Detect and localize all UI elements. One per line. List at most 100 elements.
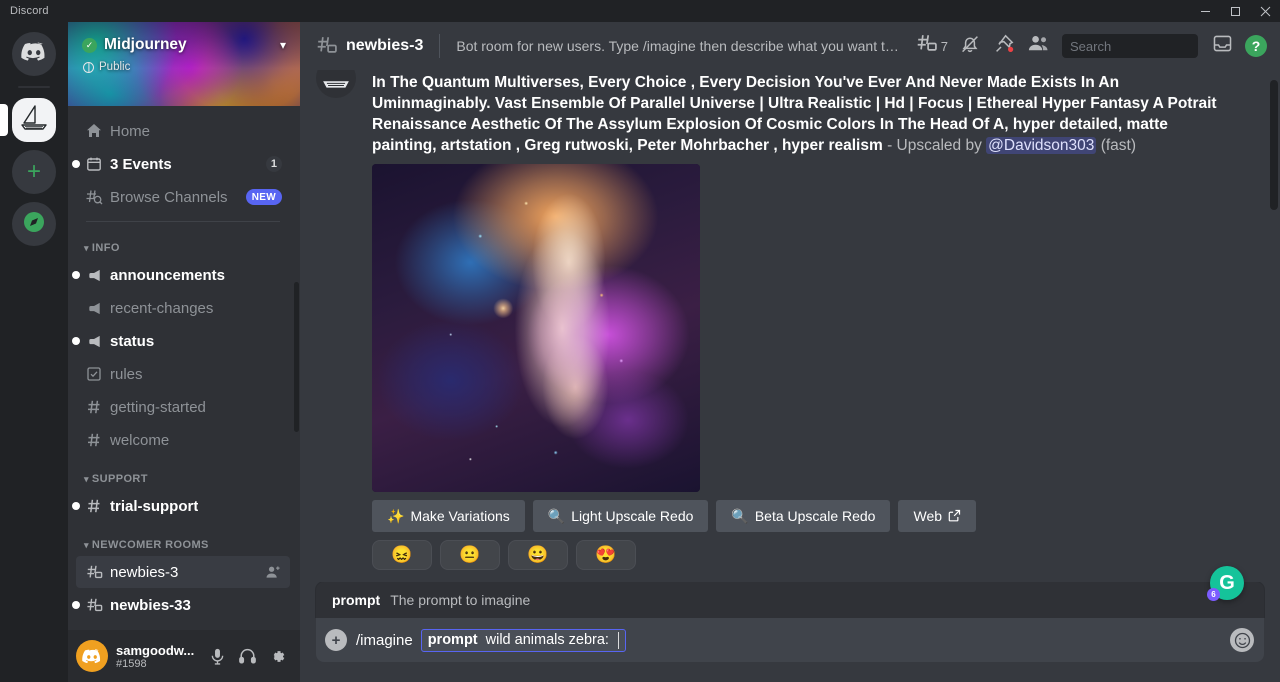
guild-midjourney-server[interactable] xyxy=(12,98,56,142)
channel-label: welcome xyxy=(110,432,169,449)
make-variations-button[interactable]: ✨ Make Variations xyxy=(372,500,525,532)
guild-rail: + xyxy=(0,22,68,682)
maximize-button[interactable] xyxy=(1220,0,1250,22)
calendar-icon xyxy=(84,154,104,174)
beta-upscale-redo-button[interactable]: 🔍 Beta Upscale Redo xyxy=(716,500,890,532)
grammarly-button[interactable]: G 6 xyxy=(1210,566,1244,600)
main-content: newbies-3 Bot room for new users. Type /… xyxy=(300,22,1280,682)
sidebar-item-browse-channels[interactable]: Browse Channels NEW xyxy=(76,181,290,213)
message-action-buttons: ✨ Make Variations 🔍 Light Upscale Redo 🔍… xyxy=(372,500,1232,532)
sidebar-item-recent-changes[interactable]: recent-changes xyxy=(76,292,290,324)
browse-channels-new-badge: NEW xyxy=(246,189,282,205)
message-scrollbar[interactable] xyxy=(1270,80,1278,210)
composer-input[interactable]: /imagine prompt wild animals zebra: xyxy=(356,629,1230,652)
verified-check-icon: ✓ xyxy=(82,38,97,53)
light-upscale-redo-button[interactable]: 🔍 Light Upscale Redo xyxy=(533,500,709,532)
command-option-name: prompt xyxy=(332,592,380,608)
message-upscaled-label: - Upscaled by xyxy=(887,137,982,154)
sidebar-item-label: Home xyxy=(110,123,150,140)
member-list-button[interactable] xyxy=(1022,30,1054,62)
option-key: prompt xyxy=(428,632,478,648)
server-privacy-label: Public xyxy=(99,61,130,73)
reaction-heart-eyes[interactable]: 😍 xyxy=(576,540,636,570)
text-caret xyxy=(618,632,619,649)
deafen-button[interactable] xyxy=(232,641,262,671)
guild-discord-home[interactable] xyxy=(12,32,56,76)
sidebar-item-trial-support[interactable]: trial-support xyxy=(76,490,290,522)
slash-command-label: /imagine xyxy=(356,632,413,649)
minimize-button[interactable] xyxy=(1190,0,1220,22)
unread-indicator xyxy=(72,160,80,168)
pinned-messages-button[interactable] xyxy=(988,30,1020,62)
thread-hash-icon xyxy=(84,595,104,615)
notification-settings-button[interactable] xyxy=(954,30,986,62)
channel-topic[interactable]: Bot room for new users. Type /imagine th… xyxy=(456,38,904,54)
sidebar-item-events[interactable]: 3 Events 1 xyxy=(76,148,290,180)
help-button[interactable]: ? xyxy=(1240,30,1272,62)
add-member-icon[interactable] xyxy=(265,564,282,581)
message-reactions: 😖 😐 😀 😍 xyxy=(372,540,1232,570)
command-option-description: The prompt to imagine xyxy=(390,592,530,608)
threads-button[interactable]: 7 xyxy=(912,30,952,62)
user-discriminator: #1598 xyxy=(116,658,202,670)
channel-label: announcements xyxy=(110,267,225,284)
announcement-icon xyxy=(84,331,104,351)
user-info[interactable]: samgoodw... #1598 xyxy=(116,643,202,670)
guild-add-server[interactable]: + xyxy=(12,150,56,194)
sidebar-item-announcements[interactable]: announcements xyxy=(76,259,290,291)
category-info[interactable]: ▾ INFO xyxy=(68,226,298,258)
midjourney-bot-avatar[interactable] xyxy=(316,70,356,98)
avatar[interactable] xyxy=(76,640,108,672)
sidebar-item-newbies-3[interactable]: newbies-3 xyxy=(76,556,290,588)
emoji-picker-button[interactable] xyxy=(1230,628,1254,652)
announcement-icon xyxy=(84,265,104,285)
message-composer[interactable]: + /imagine prompt wild animals zebra: xyxy=(316,618,1264,662)
reaction-grinning[interactable]: 😀 xyxy=(508,540,568,570)
server-header-banner[interactable]: ✓ Midjourney ▾ Public xyxy=(68,22,300,106)
close-button[interactable] xyxy=(1250,0,1280,22)
chevron-down-icon: ▾ xyxy=(84,243,89,254)
user-settings-button[interactable] xyxy=(262,641,292,671)
channel-list: Home 3 Events 1 Br xyxy=(68,106,300,630)
compass-icon xyxy=(22,210,46,239)
artwork-sparkle-layer xyxy=(372,164,700,492)
sidebar-item-home[interactable]: Home xyxy=(76,115,290,147)
message-speed-label: (fast) xyxy=(1101,137,1136,154)
reaction-confounded[interactable]: 😖 xyxy=(372,540,432,570)
globe-icon xyxy=(83,62,94,73)
inbox-button[interactable] xyxy=(1206,30,1238,62)
grammarly-badge: 6 xyxy=(1207,588,1220,601)
attach-button[interactable]: + xyxy=(316,618,356,662)
header-divider xyxy=(439,34,440,58)
web-button[interactable]: Web xyxy=(898,500,976,532)
search-box[interactable] xyxy=(1062,34,1198,58)
sidebar-item-status[interactable]: status xyxy=(76,325,290,357)
discord-logo-icon xyxy=(21,42,47,67)
command-option-chip[interactable]: prompt wild animals zebra: xyxy=(421,629,626,652)
plus-icon: + xyxy=(325,629,347,651)
inbox-icon xyxy=(1212,33,1233,59)
message-mention[interactable]: @Davidson303 xyxy=(986,137,1096,154)
category-newcomer-rooms[interactable]: ▾ NEWCOMER ROOMS xyxy=(68,523,298,555)
mute-button[interactable] xyxy=(202,641,232,671)
guild-explore-servers[interactable] xyxy=(12,202,56,246)
server-name: Midjourney xyxy=(104,36,187,54)
sidebar-item-welcome[interactable]: welcome xyxy=(76,424,290,456)
sidebar-item-getting-started[interactable]: getting-started xyxy=(76,391,290,423)
announcement-icon xyxy=(84,298,104,318)
button-label: Light Upscale Redo xyxy=(571,508,693,524)
help-icon: ? xyxy=(1245,35,1267,57)
sidebar-item-rules[interactable]: rules xyxy=(76,358,290,390)
pin-icon xyxy=(993,33,1015,60)
hash-icon xyxy=(84,397,104,417)
sidebar-scrollbar[interactable] xyxy=(294,282,299,432)
chevron-down-icon[interactable]: ▾ xyxy=(280,38,286,52)
reaction-neutral[interactable]: 😐 xyxy=(440,540,500,570)
guild-rail-divider xyxy=(18,86,50,88)
sidebar-item-newbies-33[interactable]: newbies-33 xyxy=(76,589,290,621)
category-support[interactable]: ▾ SUPPORT xyxy=(68,457,298,489)
channel-label: getting-started xyxy=(110,399,206,416)
category-label: INFO xyxy=(92,242,120,254)
guild-selected-pill xyxy=(0,104,8,136)
message-image[interactable] xyxy=(372,164,700,492)
